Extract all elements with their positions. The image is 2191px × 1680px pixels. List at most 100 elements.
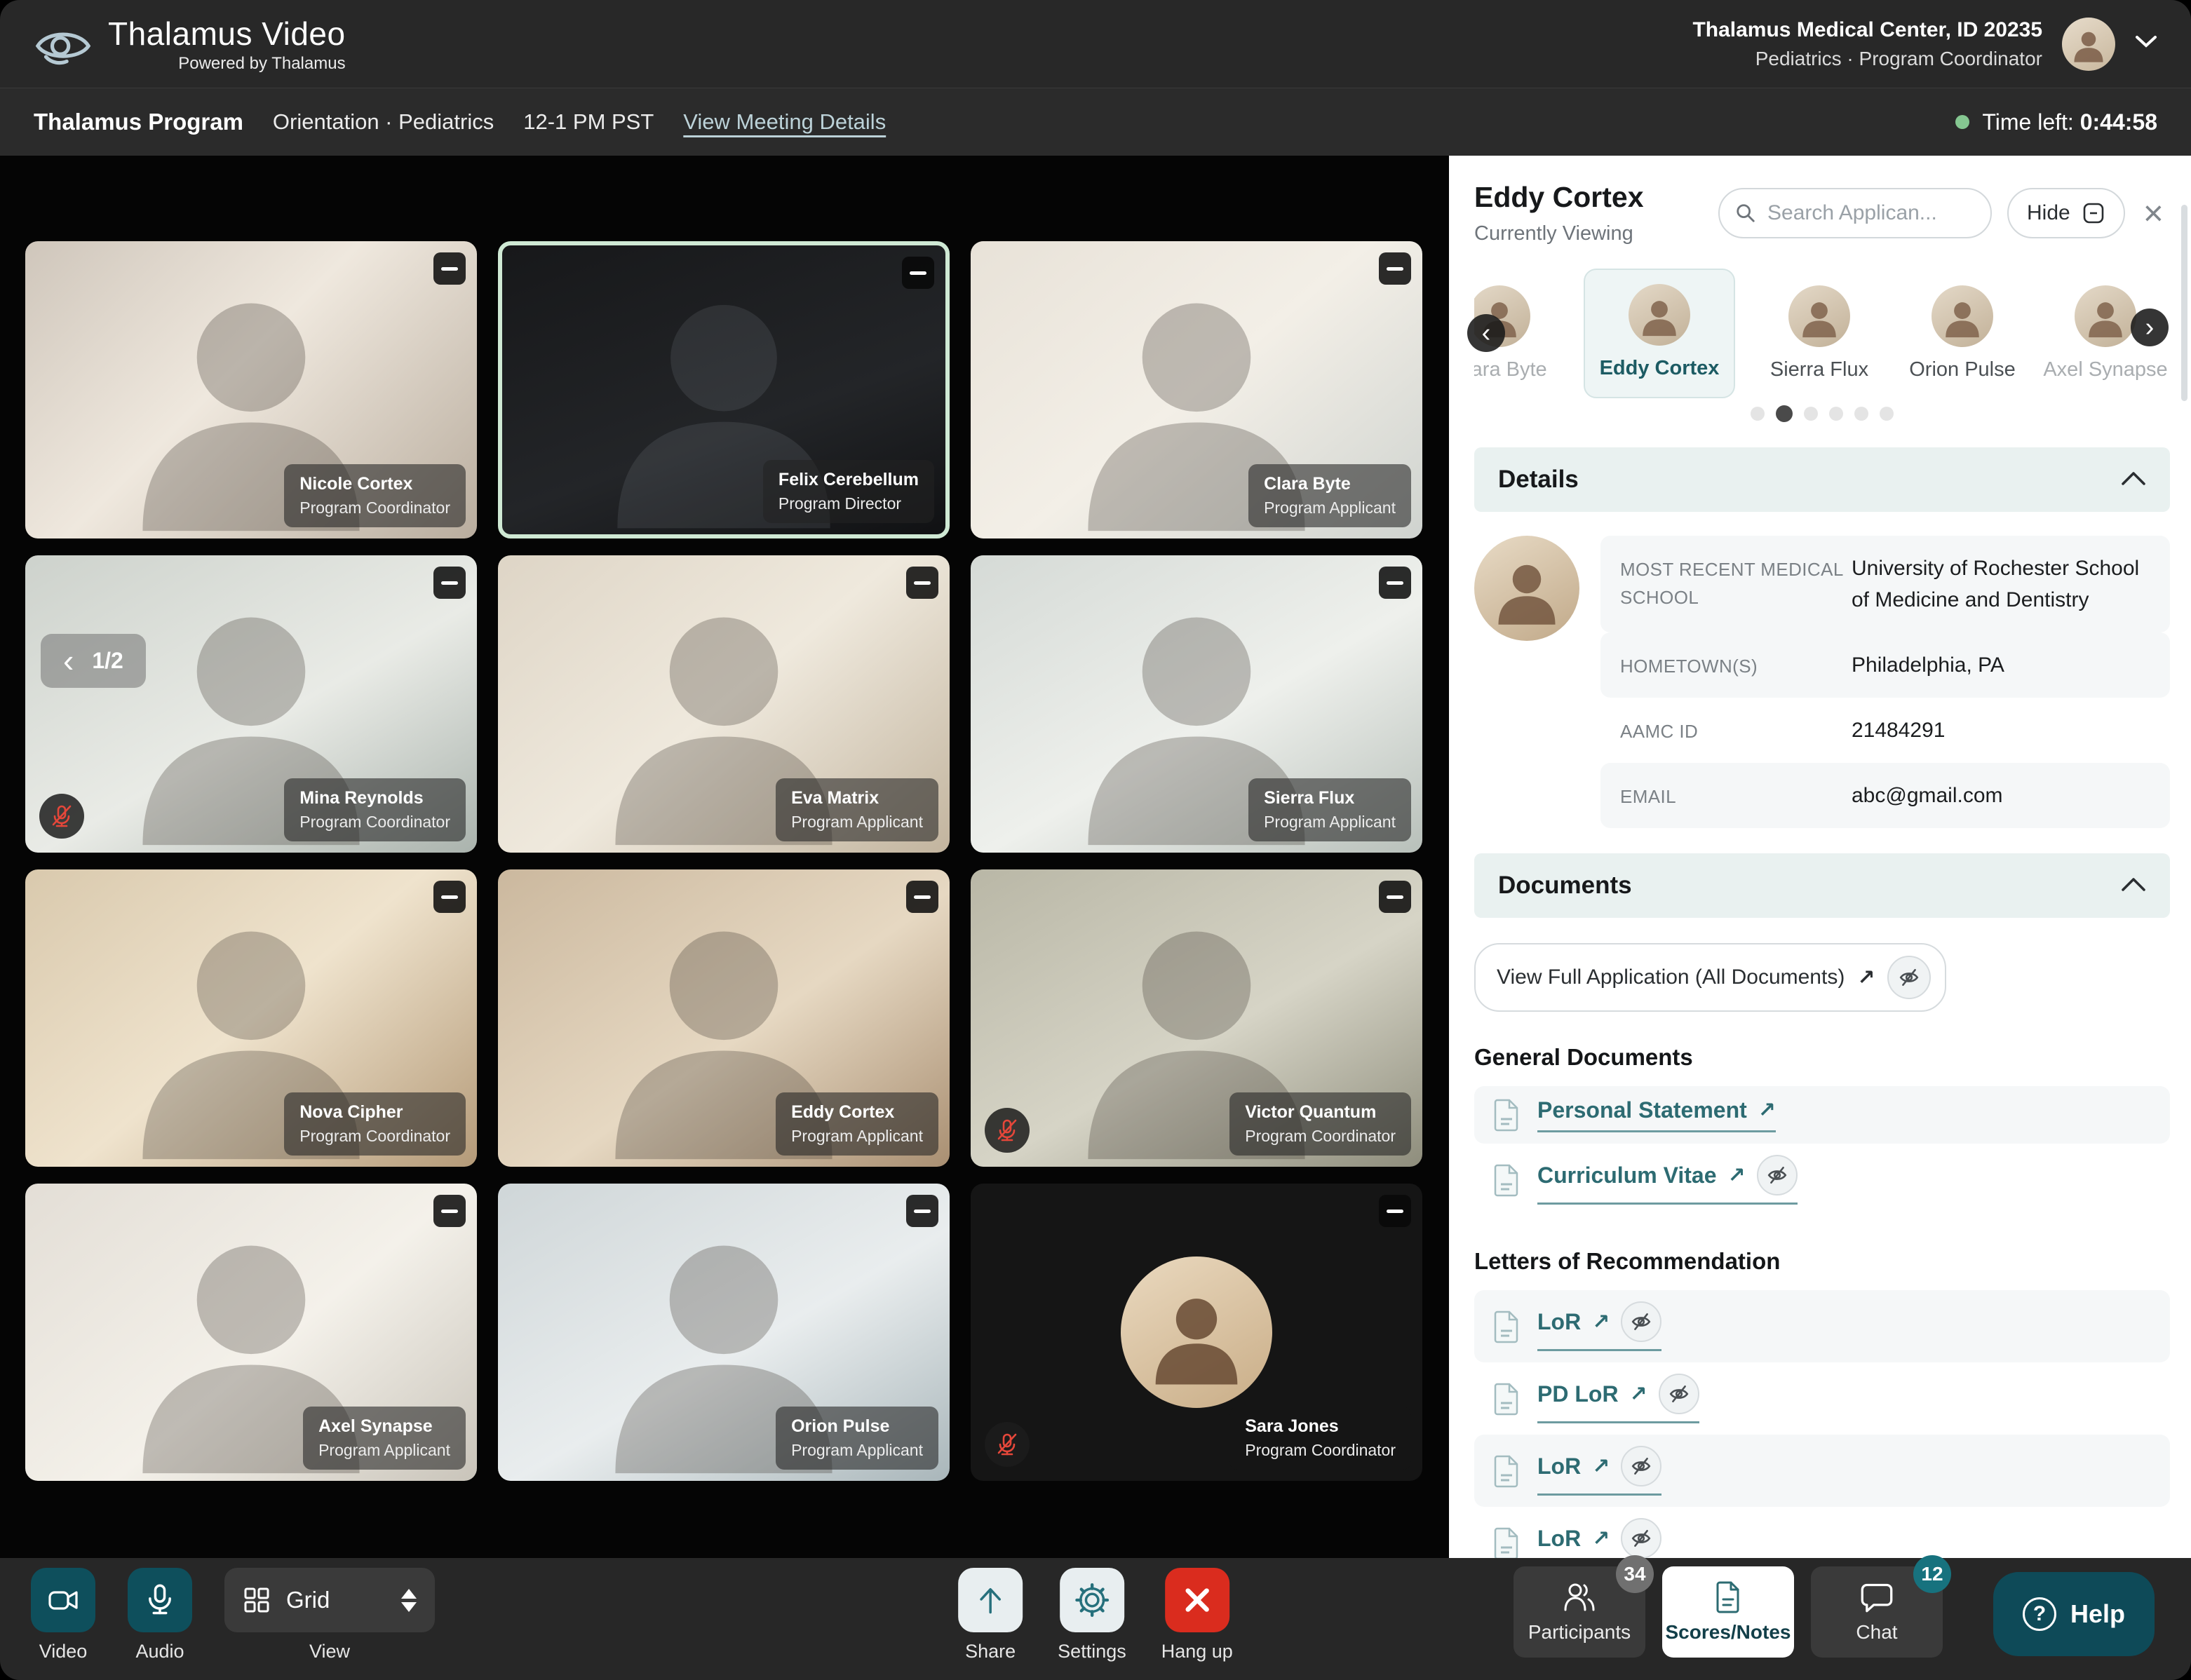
avatar-silhouette (1791, 289, 1847, 347)
hide-document-button[interactable] (1621, 1446, 1661, 1486)
eye-off-icon (1668, 1383, 1690, 1404)
document-link[interactable]: LoR (1537, 1309, 1581, 1335)
avatar-silhouette (1480, 542, 1575, 641)
gear-icon (1075, 1583, 1109, 1617)
tile-name-tag: Clara Byte Program Applicant (1248, 464, 1411, 527)
pagination-dot[interactable] (1854, 407, 1868, 421)
sidebar-scrollbar[interactable] (2181, 205, 2187, 401)
tile-minimize-button[interactable] (433, 881, 466, 913)
tile-minimize-button[interactable] (1379, 1195, 1411, 1227)
document-link-wrap[interactable]: LoR ↗ (1537, 1301, 1661, 1351)
tile-minimize-button[interactable] (1379, 567, 1411, 599)
document-link-wrap[interactable]: LoR ↗ (1537, 1446, 1661, 1496)
carousel-items: Clara Byte Eddy Cortex Sierra Flux Orion… (1474, 268, 2170, 398)
account-avatar[interactable] (2062, 18, 2115, 71)
applicant-avatar (2075, 285, 2136, 347)
tile-minimize-button[interactable] (1379, 252, 1411, 285)
view-full-application-button[interactable]: View Full Application (All Documents) ↗ (1474, 943, 1946, 1012)
avatar-silhouette (1934, 289, 1990, 347)
currently-viewing-label: Currently Viewing (1474, 222, 1703, 245)
external-link-icon: ↗ (1630, 1382, 1647, 1407)
grid-layout-icon (243, 1586, 271, 1614)
settings-control: Settings (1058, 1568, 1126, 1662)
mic-muted-indicator (39, 794, 84, 839)
carousel-item-orion-pulse[interactable]: Orion Pulse (1903, 285, 2021, 381)
hide-document-button[interactable] (1887, 956, 1931, 999)
document-link[interactable]: Curriculum Vitae (1537, 1163, 1716, 1188)
applicant-avatar (1932, 285, 1993, 347)
participant-name: Eddy Cortex (791, 1102, 923, 1123)
mic-muted-indicator (985, 1422, 1030, 1467)
view-meeting-details-link[interactable]: View Meeting Details (683, 109, 886, 135)
chevron-down-icon[interactable] (2135, 35, 2157, 53)
share-arrow-icon (973, 1583, 1007, 1617)
external-link-icon: ↗ (1592, 1454, 1610, 1479)
applicant-carousel: ‹ › Clara Byte Eddy Cortex Sierra Flux O (1474, 268, 2170, 422)
documents-section-header[interactable]: Documents (1474, 853, 2170, 918)
audio-toggle-button[interactable] (128, 1568, 192, 1632)
details-section-header[interactable]: Details (1474, 447, 2170, 512)
hang-up-button[interactable] (1165, 1568, 1229, 1632)
tile-minimize-button[interactable] (1379, 881, 1411, 913)
detail-row-email: EMAIL abc@gmail.com (1600, 763, 2170, 828)
help-button[interactable]: ? Help (1993, 1572, 2155, 1656)
hide-document-button[interactable] (1621, 1518, 1661, 1559)
document-link[interactable]: LoR (1537, 1526, 1581, 1552)
carousel-pagination-dots[interactable] (1474, 405, 2170, 422)
video-toggle-button[interactable] (31, 1568, 95, 1632)
document-link[interactable]: PD LoR (1537, 1381, 1619, 1407)
search-input[interactable] (1766, 201, 1975, 226)
document-link-wrap[interactable]: LoR ↗ (1537, 1518, 1661, 1559)
chat-label: Chat (1856, 1621, 1897, 1644)
tile-minimize-button[interactable] (906, 567, 938, 599)
tile-minimize-button[interactable] (906, 881, 938, 913)
applicant-search[interactable] (1718, 188, 1992, 238)
carousel-next-button[interactable]: › (2131, 309, 2169, 346)
carousel-item-sierra-flux[interactable]: Sierra Flux (1760, 285, 1878, 381)
details-rows: MOST RECENT MEDICAL SCHOOL University of… (1600, 536, 2170, 828)
chevron-left-icon[interactable]: ‹ (63, 648, 74, 674)
chat-count-badge: 12 (1913, 1555, 1951, 1593)
account-menu[interactable]: Thalamus Medical Center, ID 20235 Pediat… (1692, 18, 2157, 71)
document-link-wrap[interactable]: PD LoR ↗ (1537, 1374, 1699, 1423)
participant-role: Program Applicant (791, 1127, 923, 1146)
settings-button[interactable] (1060, 1568, 1124, 1632)
tile-minimize-button[interactable] (902, 257, 934, 289)
hide-document-button[interactable] (1659, 1374, 1699, 1414)
pagination-dot[interactable] (1829, 407, 1843, 421)
grid-page-nav[interactable]: ‹ 1/2 (41, 634, 146, 688)
tile-minimize-button[interactable] (433, 252, 466, 285)
carousel-prev-button[interactable]: ‹ (1467, 314, 1505, 352)
document-link-wrap[interactable]: Personal Statement ↗ (1537, 1097, 1776, 1132)
chevron-up-icon[interactable] (2121, 876, 2146, 895)
document-link[interactable]: LoR (1537, 1454, 1581, 1479)
scores-notes-panel-button[interactable]: Scores/Notes (1662, 1566, 1794, 1658)
pagination-dot[interactable] (1880, 407, 1894, 421)
participant-name: Orion Pulse (791, 1416, 923, 1437)
participant-name: Felix Cerebellum (778, 470, 919, 490)
app-window: Thalamus Video Powered by Thalamus Thala… (0, 0, 2191, 1680)
tile-minimize-button[interactable] (433, 1195, 466, 1227)
tile-minimize-button[interactable] (906, 1195, 938, 1227)
time-left-indicator: Time left: 0:44:58 (1955, 109, 2157, 135)
chat-panel-button[interactable]: 12 Chat (1811, 1566, 1943, 1658)
carousel-item-eddy-cortex-selected[interactable]: Eddy Cortex (1584, 269, 1735, 398)
document-link[interactable]: Personal Statement (1537, 1097, 1747, 1123)
share-button[interactable] (958, 1568, 1023, 1632)
participant-name: Eva Matrix (791, 788, 923, 808)
pagination-dot-active[interactable] (1776, 405, 1793, 422)
participants-panel-button[interactable]: 34 Participants (1514, 1566, 1645, 1658)
hide-document-button[interactable] (1757, 1155, 1798, 1195)
applicant-avatar (1629, 284, 1690, 346)
chevron-up-icon[interactable] (2121, 470, 2146, 489)
hide-document-button[interactable] (1621, 1301, 1661, 1342)
detail-label: EMAIL (1620, 780, 1852, 811)
close-sidebar-button[interactable]: × (2143, 196, 2164, 231)
hide-panel-button[interactable]: Hide (2007, 188, 2125, 238)
pagination-dot[interactable] (1804, 407, 1818, 421)
participant-name: Sara Jones (1245, 1416, 1396, 1437)
tile-minimize-button[interactable] (433, 567, 466, 599)
view-mode-dropdown[interactable]: Grid (224, 1568, 435, 1632)
pagination-dot[interactable] (1751, 407, 1765, 421)
document-link-wrap[interactable]: Curriculum Vitae ↗ (1537, 1155, 1798, 1205)
